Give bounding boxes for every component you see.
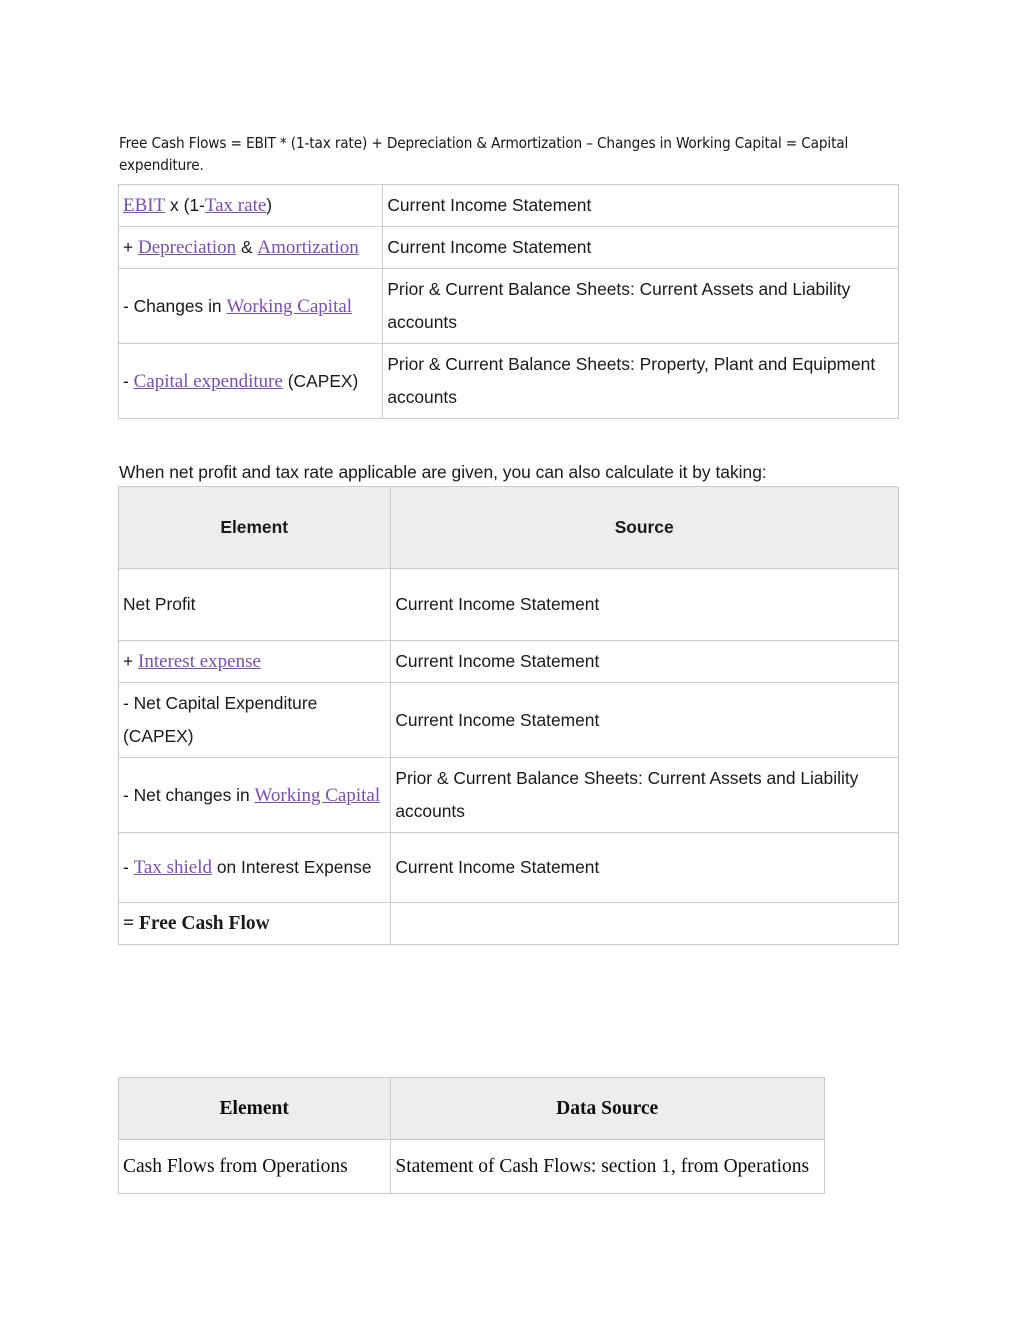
table-free-cash-flow-from-net-profit: Element Source Net Profit Current Income… xyxy=(117,486,899,945)
cell-text: = Free Cash Flow xyxy=(123,913,270,934)
cell-text: x (1- xyxy=(165,195,205,215)
source-cell: Current Income Statement xyxy=(390,568,899,641)
hyperlink[interactable]: Amortization xyxy=(257,237,358,258)
table-row: Net Profit Current Income Statement xyxy=(117,568,899,641)
table-header-row: Element Source xyxy=(117,486,899,569)
source-cell: Current Income Statement xyxy=(390,640,899,683)
table-header: Element Source xyxy=(117,486,899,569)
table-row: Cash Flows from Operations Statement of … xyxy=(117,1139,825,1194)
cell-text: (CAPEX) xyxy=(282,370,359,391)
cell-text: - xyxy=(123,370,134,391)
hyperlink[interactable]: Tax rate xyxy=(205,195,266,216)
element-cell: - Net changes in Working Capital xyxy=(117,757,392,833)
hyperlink[interactable]: Tax shield xyxy=(134,857,212,878)
mid-paragraph: When net profit and tax rate applicable … xyxy=(119,462,767,483)
source-cell: Prior & Current Balance Sheets: Current … xyxy=(390,757,899,833)
intro-paragraph: Free Cash Flows = EBIT * (1-tax rate) + … xyxy=(119,134,849,175)
cell-text: on Interest Expense xyxy=(211,857,372,877)
column-header-element: Element xyxy=(117,486,392,569)
source-cell: Current Income Statement xyxy=(382,184,899,227)
source-cell: Prior & Current Balance Sheets: Property… xyxy=(382,343,899,419)
cell-text: - Net Capital Expenditure (CAPEX) xyxy=(123,693,318,746)
table-free-cash-flow-from-ebit: EBIT x (1-Tax rate) Current Income State… xyxy=(117,184,899,419)
column-header-source: Source xyxy=(390,486,899,569)
table-row: - Net Capital Expenditure (CAPEX) Curren… xyxy=(117,682,899,758)
table-row: + Depreciation & Amortization Current In… xyxy=(117,226,899,269)
cell-text: - Net changes in xyxy=(123,784,255,805)
table-row: EBIT x (1-Tax rate) Current Income State… xyxy=(117,184,899,227)
element-cell: Net Profit xyxy=(117,568,392,641)
table-body: Net Profit Current Income Statement + In… xyxy=(117,568,899,945)
table-row: - Tax shield on Interest Expense Current… xyxy=(117,832,899,903)
source-cell: Statement of Cash Flows: section 1, from… xyxy=(390,1139,825,1194)
column-header-data-source: Data Source xyxy=(390,1077,825,1140)
document-page: Free Cash Flows = EBIT * (1-tax rate) + … xyxy=(0,0,1020,1320)
element-cell: + Depreciation & Amortization xyxy=(117,226,384,269)
source-cell xyxy=(390,902,899,945)
table-body: Cash Flows from Operations Statement of … xyxy=(117,1139,825,1194)
hyperlink[interactable]: Interest expense xyxy=(138,651,261,672)
column-header-element: Element xyxy=(117,1077,392,1140)
table-row: - Net changes in Working Capital Prior &… xyxy=(117,757,899,833)
element-cell-total: = Free Cash Flow xyxy=(117,902,392,945)
cell-text: + xyxy=(123,237,138,257)
hyperlink[interactable]: Working Capital xyxy=(254,785,380,806)
source-cell: Current Income Statement xyxy=(382,226,899,269)
element-cell: - Net Capital Expenditure (CAPEX) xyxy=(117,682,392,758)
cell-text: & xyxy=(236,237,258,257)
cell-text: - xyxy=(123,857,134,877)
table-row-total: = Free Cash Flow xyxy=(117,902,899,945)
cell-text: Cash Flows from Operations xyxy=(123,1155,348,1177)
hyperlink[interactable]: EBIT xyxy=(123,195,165,216)
table-row: - Changes in Working Capital Prior & Cur… xyxy=(117,268,899,344)
hyperlink[interactable]: Working Capital xyxy=(226,296,352,317)
table-header-row: Element Data Source xyxy=(117,1077,825,1140)
source-cell: Current Income Statement xyxy=(390,682,899,758)
table-row: + Interest expense Current Income Statem… xyxy=(117,640,899,683)
cell-text: ) xyxy=(266,195,273,215)
source-cell: Current Income Statement xyxy=(390,832,899,903)
cell-text: + xyxy=(123,651,138,671)
table-cash-flows-from-operations: Element Data Source Cash Flows from Oper… xyxy=(117,1077,825,1194)
element-cell: - Tax shield on Interest Expense xyxy=(117,832,392,903)
table-body: EBIT x (1-Tax rate) Current Income State… xyxy=(117,184,899,419)
cell-text: Net Profit xyxy=(123,594,196,614)
element-cell: EBIT x (1-Tax rate) xyxy=(117,184,384,227)
element-cell: - Capital expenditure (CAPEX) xyxy=(117,343,384,419)
cell-text: - Changes in xyxy=(123,295,227,316)
element-cell: Cash Flows from Operations xyxy=(117,1139,392,1194)
element-cell: + Interest expense xyxy=(117,640,392,683)
hyperlink[interactable]: Depreciation xyxy=(138,237,236,258)
hyperlink[interactable]: Capital expenditure xyxy=(134,371,283,392)
table-row: - Capital expenditure (CAPEX) Prior & Cu… xyxy=(117,343,899,419)
table-header: Element Data Source xyxy=(117,1077,825,1140)
source-cell: Prior & Current Balance Sheets: Current … xyxy=(382,268,899,344)
element-cell: - Changes in Working Capital xyxy=(117,268,384,344)
